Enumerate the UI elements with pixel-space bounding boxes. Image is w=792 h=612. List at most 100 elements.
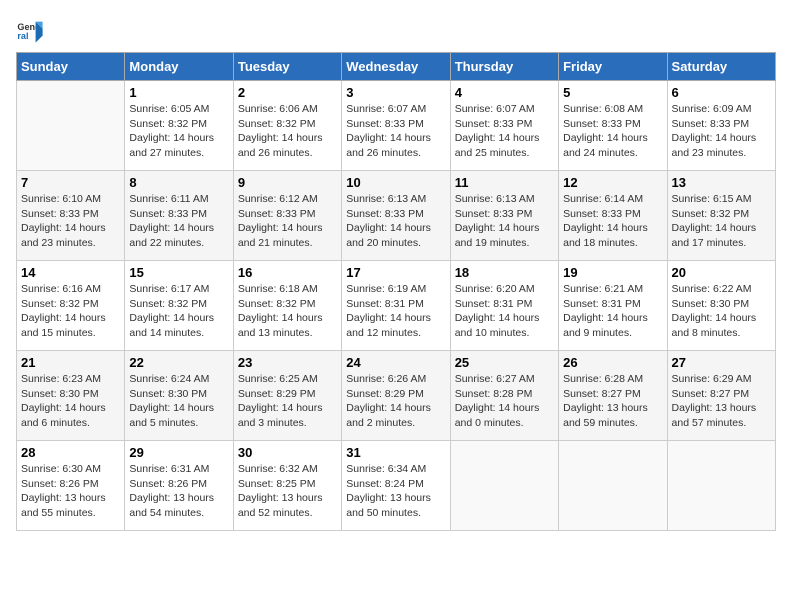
day-info: Sunrise: 6:27 AMSunset: 8:28 PMDaylight:…	[455, 372, 554, 431]
day-info: Sunrise: 6:06 AMSunset: 8:32 PMDaylight:…	[238, 102, 337, 161]
calendar-week-row: 28Sunrise: 6:30 AMSunset: 8:26 PMDayligh…	[17, 441, 776, 531]
day-number: 19	[563, 265, 662, 280]
column-header-sunday: Sunday	[17, 53, 125, 81]
day-number: 15	[129, 265, 228, 280]
day-info: Sunrise: 6:07 AMSunset: 8:33 PMDaylight:…	[346, 102, 445, 161]
day-number: 16	[238, 265, 337, 280]
calendar-cell: 13Sunrise: 6:15 AMSunset: 8:32 PMDayligh…	[667, 171, 775, 261]
column-header-tuesday: Tuesday	[233, 53, 341, 81]
page-header: Gene ral	[16, 16, 776, 44]
day-info: Sunrise: 6:09 AMSunset: 8:33 PMDaylight:…	[672, 102, 771, 161]
calendar-cell: 2 Sunrise: 6:06 AMSunset: 8:32 PMDaylight…	[233, 81, 341, 171]
day-number: 20	[672, 265, 771, 280]
calendar-cell: 22 Sunrise: 6:24 AMSunset: 8:30 PMDayligh…	[125, 351, 233, 441]
day-info: Sunrise: 6:08 AMSunset: 8:33 PMDaylight:…	[563, 102, 662, 161]
day-number: 18	[455, 265, 554, 280]
day-info: Sunrise: 6:21 AMSunset: 8:31 PMDaylight:…	[563, 282, 662, 341]
day-info: Sunrise: 6:05 AMSunset: 8:32 PMDaylight:…	[129, 102, 228, 161]
day-info: Sunrise: 6:14 AMSunset: 8:33 PMDaylight:…	[563, 192, 662, 251]
calendar-table: SundayMondayTuesdayWednesdayThursdayFrid…	[16, 52, 776, 531]
calendar-cell: 23 Sunrise: 6:25 AMSunset: 8:29 PMDayligh…	[233, 351, 341, 441]
calendar-cell: 4 Sunrise: 6:07 AMSunset: 8:33 PMDaylight…	[450, 81, 558, 171]
calendar-cell: 19 Sunrise: 6:21 AMSunset: 8:31 PMDayligh…	[559, 261, 667, 351]
calendar-cell: 5Sunrise: 6:08 AMSunset: 8:33 PMDaylight…	[559, 81, 667, 171]
calendar-cell: 11 Sunrise: 6:13 AMSunset: 8:33 PMDayligh…	[450, 171, 558, 261]
day-info: Sunrise: 6:13 AMSunset: 8:33 PMDaylight:…	[346, 192, 445, 251]
day-info: Sunrise: 6:07 AMSunset: 8:33 PMDaylight:…	[455, 102, 554, 161]
calendar-week-row: 14 Sunrise: 6:16 AMSunset: 8:32 PMDayligh…	[17, 261, 776, 351]
day-info: Sunrise: 6:24 AMSunset: 8:30 PMDaylight:…	[129, 372, 228, 431]
svg-text:ral: ral	[17, 31, 28, 41]
calendar-week-row: 1 Sunrise: 6:05 AMSunset: 8:32 PMDaylight…	[17, 81, 776, 171]
day-number: 26	[563, 355, 662, 370]
day-info: Sunrise: 6:17 AMSunset: 8:32 PMDaylight:…	[129, 282, 228, 341]
day-number: 14	[21, 265, 120, 280]
calendar-cell: 1 Sunrise: 6:05 AMSunset: 8:32 PMDaylight…	[125, 81, 233, 171]
column-header-friday: Friday	[559, 53, 667, 81]
calendar-cell: 31 Sunrise: 6:34 AMSunset: 8:24 PMDayligh…	[342, 441, 450, 531]
day-info: Sunrise: 6:32 AMSunset: 8:25 PMDaylight:…	[238, 462, 337, 521]
day-info: Sunrise: 6:15 AMSunset: 8:32 PMDaylight:…	[672, 192, 771, 251]
column-header-monday: Monday	[125, 53, 233, 81]
day-number: 1	[129, 85, 228, 100]
day-info: Sunrise: 6:29 AMSunset: 8:27 PMDaylight:…	[672, 372, 771, 431]
calendar-cell	[559, 441, 667, 531]
calendar-cell: 8 Sunrise: 6:11 AMSunset: 8:33 PMDaylight…	[125, 171, 233, 261]
calendar-cell: 6 Sunrise: 6:09 AMSunset: 8:33 PMDaylight…	[667, 81, 775, 171]
day-info: Sunrise: 6:10 AMSunset: 8:33 PMDaylight:…	[21, 192, 120, 251]
calendar-cell	[450, 441, 558, 531]
day-number: 23	[238, 355, 337, 370]
day-number: 4	[455, 85, 554, 100]
day-info: Sunrise: 6:26 AMSunset: 8:29 PMDaylight:…	[346, 372, 445, 431]
calendar-cell: 17Sunrise: 6:19 AMSunset: 8:31 PMDayligh…	[342, 261, 450, 351]
day-info: Sunrise: 6:20 AMSunset: 8:31 PMDaylight:…	[455, 282, 554, 341]
day-number: 11	[455, 175, 554, 190]
column-header-thursday: Thursday	[450, 53, 558, 81]
day-info: Sunrise: 6:12 AMSunset: 8:33 PMDaylight:…	[238, 192, 337, 251]
calendar-cell: 27 Sunrise: 6:29 AMSunset: 8:27 PMDayligh…	[667, 351, 775, 441]
calendar-cell: 28Sunrise: 6:30 AMSunset: 8:26 PMDayligh…	[17, 441, 125, 531]
day-number: 27	[672, 355, 771, 370]
day-number: 21	[21, 355, 120, 370]
day-info: Sunrise: 6:13 AMSunset: 8:33 PMDaylight:…	[455, 192, 554, 251]
day-info: Sunrise: 6:25 AMSunset: 8:29 PMDaylight:…	[238, 372, 337, 431]
logo: Gene ral	[16, 16, 48, 44]
calendar-cell: 30 Sunrise: 6:32 AMSunset: 8:25 PMDayligh…	[233, 441, 341, 531]
calendar-cell: 10 Sunrise: 6:13 AMSunset: 8:33 PMDayligh…	[342, 171, 450, 261]
calendar-cell: 18 Sunrise: 6:20 AMSunset: 8:31 PMDayligh…	[450, 261, 558, 351]
day-number: 9	[238, 175, 337, 190]
day-number: 12	[563, 175, 662, 190]
calendar-cell: 26 Sunrise: 6:28 AMSunset: 8:27 PMDayligh…	[559, 351, 667, 441]
calendar-cell: 14 Sunrise: 6:16 AMSunset: 8:32 PMDayligh…	[17, 261, 125, 351]
day-number: 6	[672, 85, 771, 100]
day-number: 29	[129, 445, 228, 460]
calendar-cell: 12 Sunrise: 6:14 AMSunset: 8:33 PMDayligh…	[559, 171, 667, 261]
day-number: 24	[346, 355, 445, 370]
day-number: 10	[346, 175, 445, 190]
calendar-cell: 25 Sunrise: 6:27 AMSunset: 8:28 PMDayligh…	[450, 351, 558, 441]
calendar-header-row: SundayMondayTuesdayWednesdayThursdayFrid…	[17, 53, 776, 81]
calendar-cell: 29Sunrise: 6:31 AMSunset: 8:26 PMDayligh…	[125, 441, 233, 531]
day-number: 30	[238, 445, 337, 460]
calendar-cell	[667, 441, 775, 531]
day-info: Sunrise: 6:16 AMSunset: 8:32 PMDaylight:…	[21, 282, 120, 341]
calendar-cell: 15 Sunrise: 6:17 AMSunset: 8:32 PMDayligh…	[125, 261, 233, 351]
day-number: 25	[455, 355, 554, 370]
logo-icon: Gene ral	[16, 16, 44, 44]
day-info: Sunrise: 6:23 AMSunset: 8:30 PMDaylight:…	[21, 372, 120, 431]
calendar-cell	[17, 81, 125, 171]
day-number: 2	[238, 85, 337, 100]
calendar-cell: 9 Sunrise: 6:12 AMSunset: 8:33 PMDaylight…	[233, 171, 341, 261]
day-number: 31	[346, 445, 445, 460]
day-info: Sunrise: 6:11 AMSunset: 8:33 PMDaylight:…	[129, 192, 228, 251]
day-info: Sunrise: 6:34 AMSunset: 8:24 PMDaylight:…	[346, 462, 445, 521]
day-number: 3	[346, 85, 445, 100]
day-number: 22	[129, 355, 228, 370]
day-info: Sunrise: 6:28 AMSunset: 8:27 PMDaylight:…	[563, 372, 662, 431]
calendar-week-row: 7 Sunrise: 6:10 AMSunset: 8:33 PMDaylight…	[17, 171, 776, 261]
calendar-week-row: 21 Sunrise: 6:23 AMSunset: 8:30 PMDayligh…	[17, 351, 776, 441]
calendar-cell: 20Sunrise: 6:22 AMSunset: 8:30 PMDayligh…	[667, 261, 775, 351]
day-number: 8	[129, 175, 228, 190]
day-number: 7	[21, 175, 120, 190]
column-header-wednesday: Wednesday	[342, 53, 450, 81]
